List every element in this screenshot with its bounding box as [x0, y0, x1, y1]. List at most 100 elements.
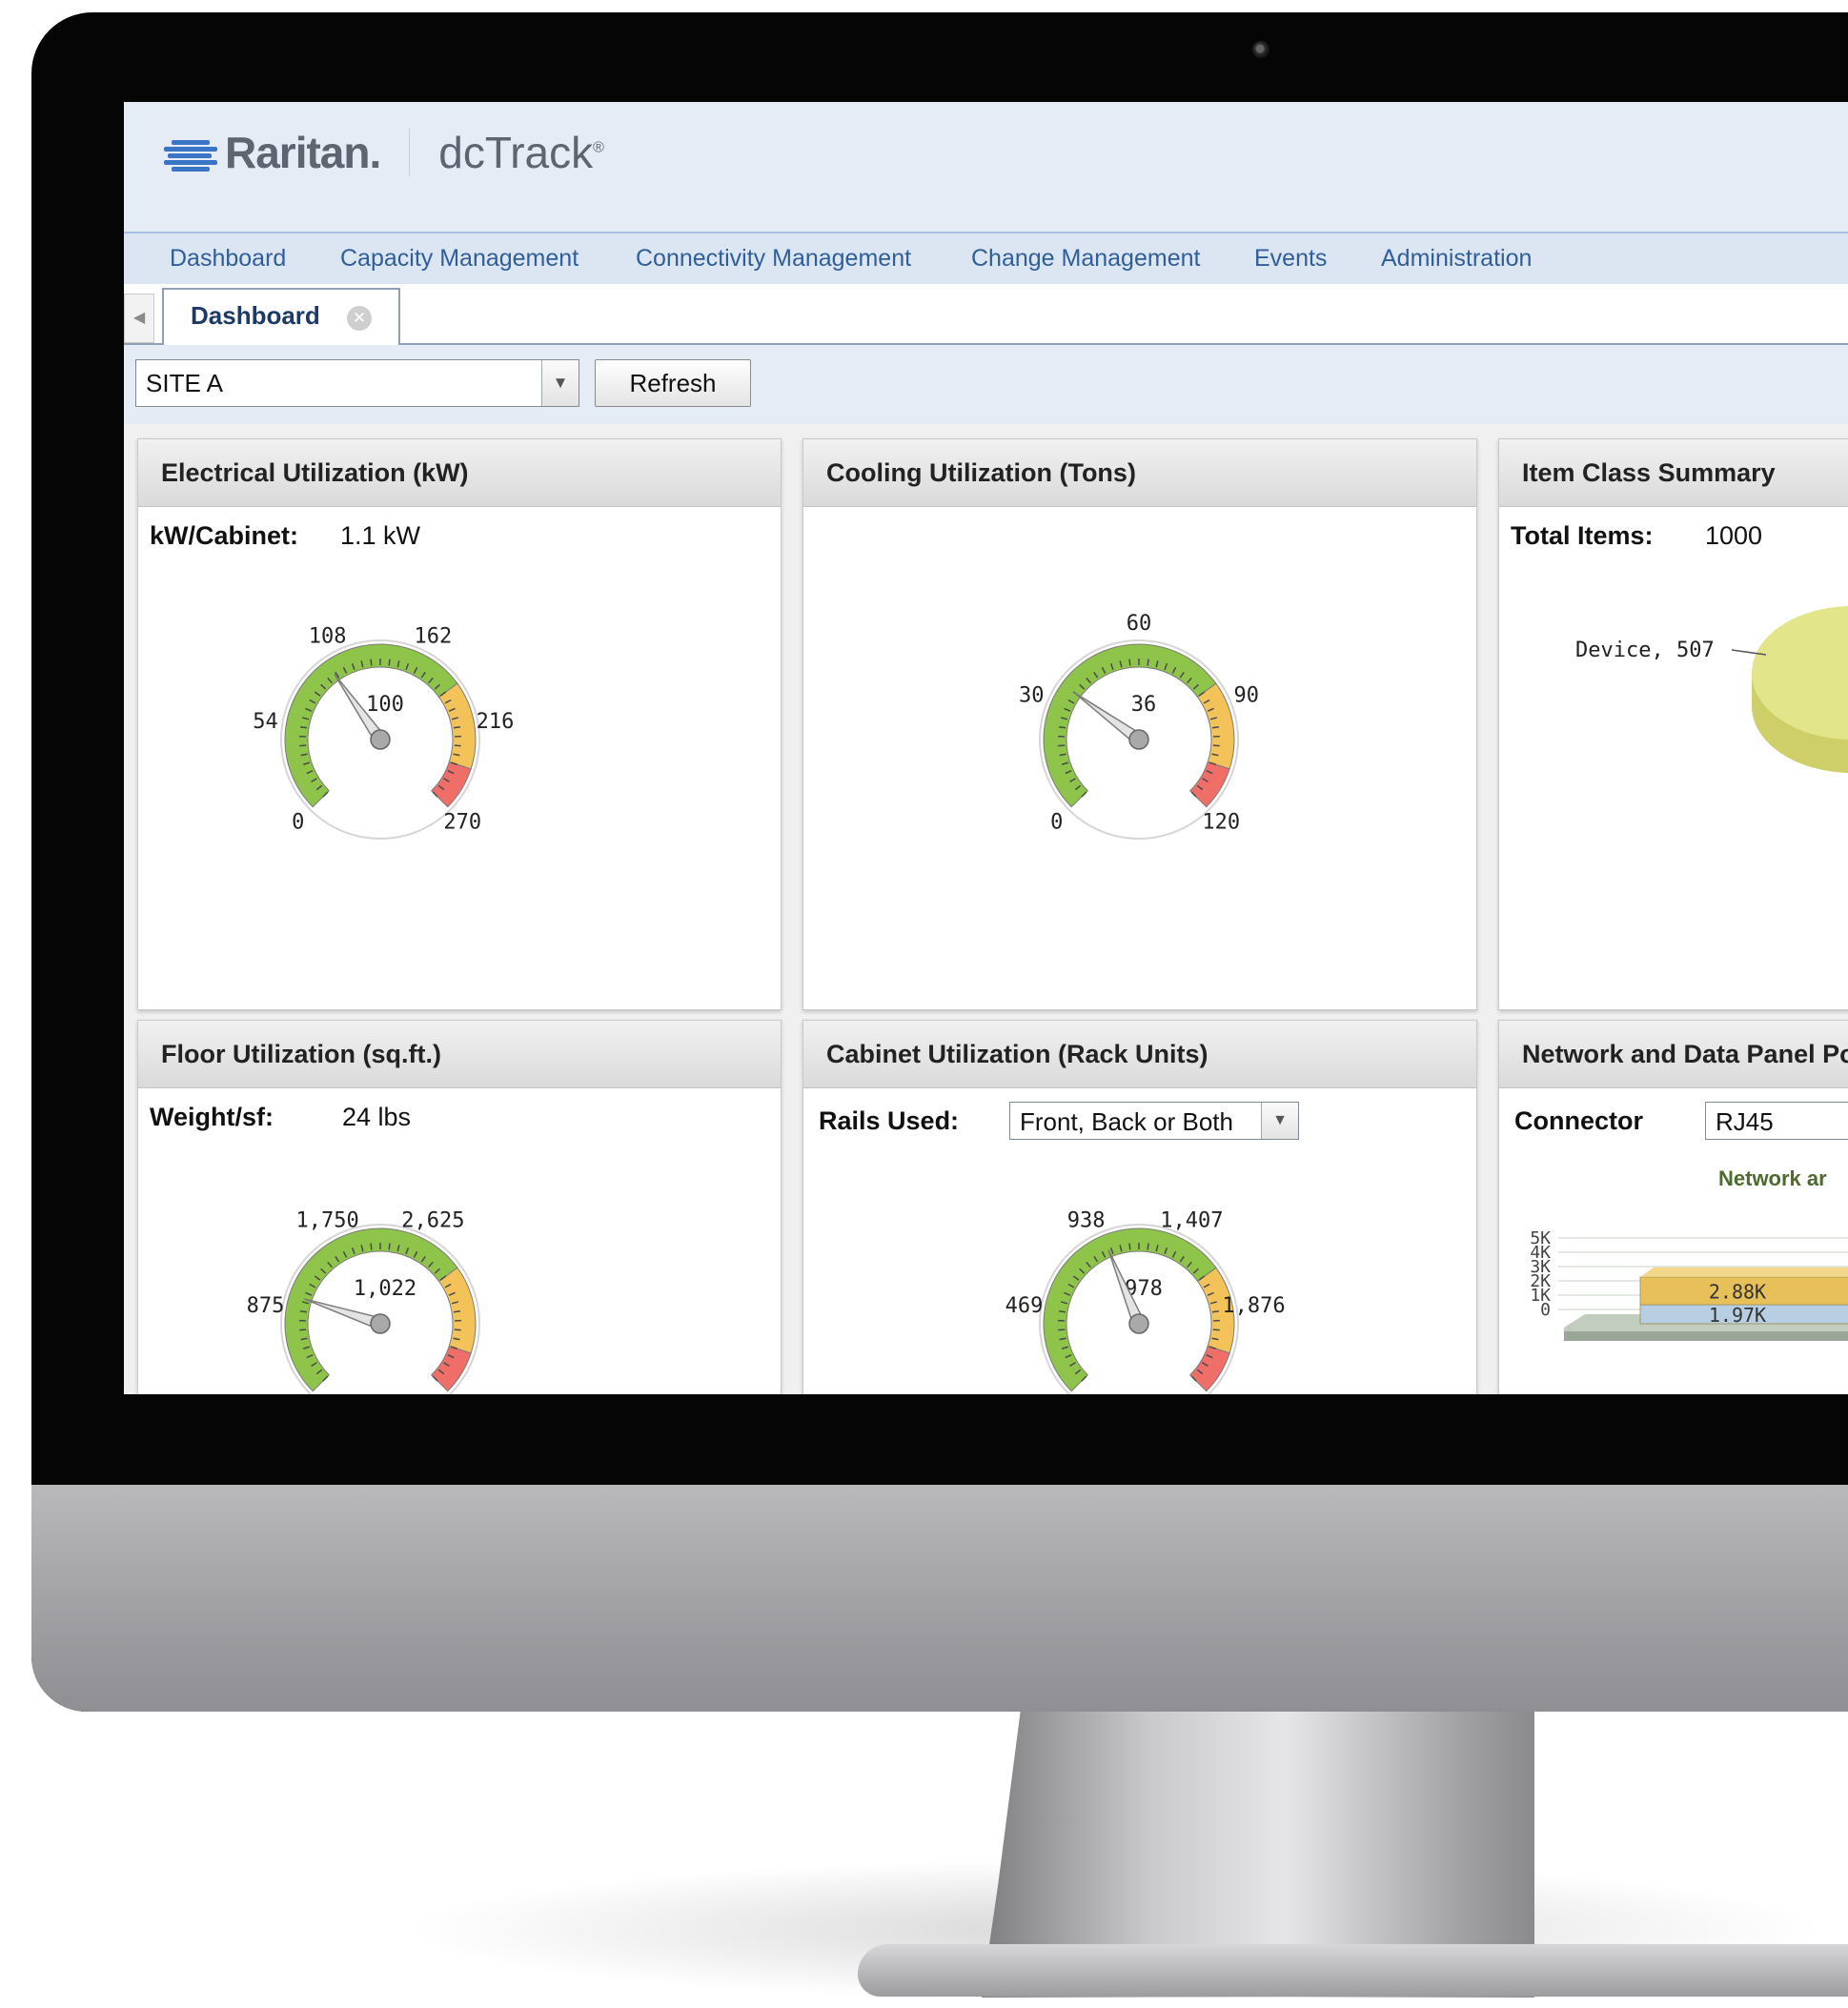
gauge-hub [1128, 1313, 1149, 1334]
electrical-utilization-panel: Electrical Utilization (kW) kW/Cabinet: … [137, 438, 782, 1010]
rails-used-select[interactable]: Front, Back or Both ▼ [1009, 1102, 1299, 1140]
gauge-tick-label: 90 [1233, 683, 1259, 707]
gauge-value-label: 100 [366, 693, 404, 717]
gauge-tick [388, 1243, 391, 1250]
nav-capacity-management[interactable]: Capacity Management [340, 245, 579, 273]
rails-used-value: Front, Back or Both [1020, 1107, 1233, 1136]
gauge-tick [299, 744, 307, 747]
pie-label-device: Device, 507 [1575, 639, 1715, 662]
logo-divider [409, 129, 411, 176]
bar-value-label: 2.88K [1709, 1280, 1766, 1303]
gauge-tick [370, 1243, 373, 1250]
gauge-value-label: 36 [1131, 693, 1157, 717]
cooling-gauge: 0 30 60 90 120 36 [1019, 612, 1259, 840]
connector-select[interactable]: RJ45 [1705, 1102, 1848, 1140]
bar-value-label: 1.97K [1709, 1304, 1766, 1327]
gauge-tick [1128, 1243, 1131, 1250]
chart-bar-top [1640, 1267, 1848, 1277]
weight-sf-value: 24 lbs [342, 1103, 412, 1131]
cabinet-utilization-panel: Cabinet Utilization (Rack Units) Rails U… [802, 1020, 1477, 1394]
panel-header: Cabinet Utilization (Rack Units) [803, 1021, 1476, 1088]
tab-close-icon[interactable]: ✕ [347, 306, 372, 331]
site-select[interactable]: SITE A ▼ [135, 359, 579, 407]
item-class-summary-panel: Item Class Summary Total Items: 1000 Dev… [1498, 438, 1848, 1010]
brand-name: Raritan. [225, 128, 381, 177]
chevron-down-icon[interactable]: ▼ [541, 360, 579, 406]
gauge-band [1189, 761, 1230, 808]
nav-connectivity-management[interactable]: Connectivity Management [636, 245, 911, 273]
gauge-hub [370, 1313, 391, 1334]
gauge-tick [388, 659, 391, 666]
gauge-tick [1058, 744, 1066, 747]
nav-events[interactable]: Events [1254, 245, 1327, 273]
panel-header: Cooling Utilization (Tons) [803, 439, 1476, 507]
gauge-tick-label: 108 [309, 624, 347, 648]
gauge-tick [1128, 659, 1131, 666]
gauge-tick-label: 54 [253, 710, 278, 734]
tab-scroll-left-icon[interactable]: ◀ [124, 294, 154, 343]
cooling-utilization-panel: Cooling Utilization (Tons) 0 30 60 90 120 36 [802, 438, 1477, 1010]
monitor-stand-foot [858, 1944, 1848, 1997]
refresh-button[interactable]: Refresh [595, 359, 751, 407]
nav-administration[interactable]: Administration [1381, 245, 1532, 273]
connector-value: RJ45 [1716, 1107, 1774, 1136]
item-class-pie-chart: Device, 507 [1575, 606, 1848, 773]
tab-bar: ◀ Dashboard ✕ [124, 284, 1848, 345]
weight-sf-label: Weight/sf: [150, 1103, 274, 1131]
gauge-band [1189, 1345, 1230, 1392]
gauge-band [431, 1345, 472, 1392]
gauge-tick [299, 1329, 307, 1331]
nav-dashboard[interactable]: Dashboard [170, 245, 286, 273]
gauge-tick [1058, 1329, 1066, 1331]
gauge-value-label: 1,022 [354, 1277, 416, 1301]
camera-icon [1252, 41, 1269, 58]
gauge-tick-label: 1,407 [1160, 1208, 1223, 1232]
gauge-tick [370, 659, 373, 666]
gauge-tick-label: 30 [1019, 683, 1045, 707]
electrical-gauge: 0 54 108 162 216 270 100 [253, 624, 515, 840]
panel-title: Floor Utilization (sq.ft.) [161, 1040, 441, 1068]
network-bar-chart: Network ar 5K4K3K2K1K0 1.97K2.88K [1530, 1166, 1848, 1341]
gauge-tick [1212, 744, 1220, 747]
gauge-tick-label: 162 [415, 624, 453, 648]
gauge-tick-label: 1,876 [1222, 1294, 1285, 1318]
gauge-tick [1147, 659, 1149, 666]
network-data-panel: Network and Data Panel Po Connector RJ45… [1498, 1020, 1848, 1394]
gauge-tick-label: 120 [1202, 810, 1240, 834]
panel-title: Electrical Utilization (kW) [161, 458, 469, 487]
floor-gauge: 875 1,750 2,625 1,022 [247, 1208, 480, 1394]
gauge-tick-label: 270 [443, 810, 481, 834]
gauge-tick [1147, 1243, 1149, 1250]
gauge-tick-label: 216 [477, 710, 515, 734]
gauge-tick [454, 744, 461, 747]
app-header: Raritan. dcTrack® [124, 102, 1848, 232]
chart-title: Network ar [1718, 1166, 1827, 1190]
gauge-tick-label: 2,625 [401, 1208, 464, 1232]
gauge-tick-label: 0 [1050, 810, 1063, 834]
y-tick-label: 0 [1540, 1300, 1551, 1320]
gauge-band [431, 761, 472, 808]
chevron-down-icon[interactable]: ▼ [1261, 1103, 1298, 1139]
raritan-logo: Raritan. dcTrack® [164, 128, 604, 177]
gauge-hub [370, 729, 391, 750]
panel-title: Cooling Utilization (Tons) [826, 458, 1136, 487]
gauge-tick [1212, 1329, 1220, 1331]
monitor-chin [31, 1485, 1848, 1712]
chart-floor-edge [1564, 1331, 1848, 1341]
gauge-tick-label: 0 [292, 810, 304, 834]
panel-title: Cabinet Utilization (Rack Units) [826, 1040, 1208, 1068]
kw-cabinet-value: 1.1 kW [340, 521, 421, 550]
product-name: dcTrack® [438, 128, 604, 177]
toolbar: SITE A ▼ Refresh [124, 345, 1848, 424]
raritan-logo-icon [164, 138, 217, 172]
panel-header: Item Class Summary [1499, 439, 1848, 507]
rails-used-label: Rails Used: [819, 1106, 960, 1135]
cabinet-gauge: 469938 1,4071,876978 [1005, 1208, 1286, 1394]
panel-header: Floor Utilization (sq.ft.) [138, 1021, 781, 1088]
tab-dashboard[interactable]: Dashboard ✕ [162, 288, 400, 345]
nav-change-management[interactable]: Change Management [971, 245, 1200, 273]
gauge-tick-label: 875 [247, 1294, 285, 1318]
tab-label: Dashboard [191, 301, 320, 330]
floor-utilization-panel: Floor Utilization (sq.ft.) Weight/sf: 24… [137, 1020, 782, 1394]
gauge-tick-label: 1,750 [295, 1208, 358, 1232]
